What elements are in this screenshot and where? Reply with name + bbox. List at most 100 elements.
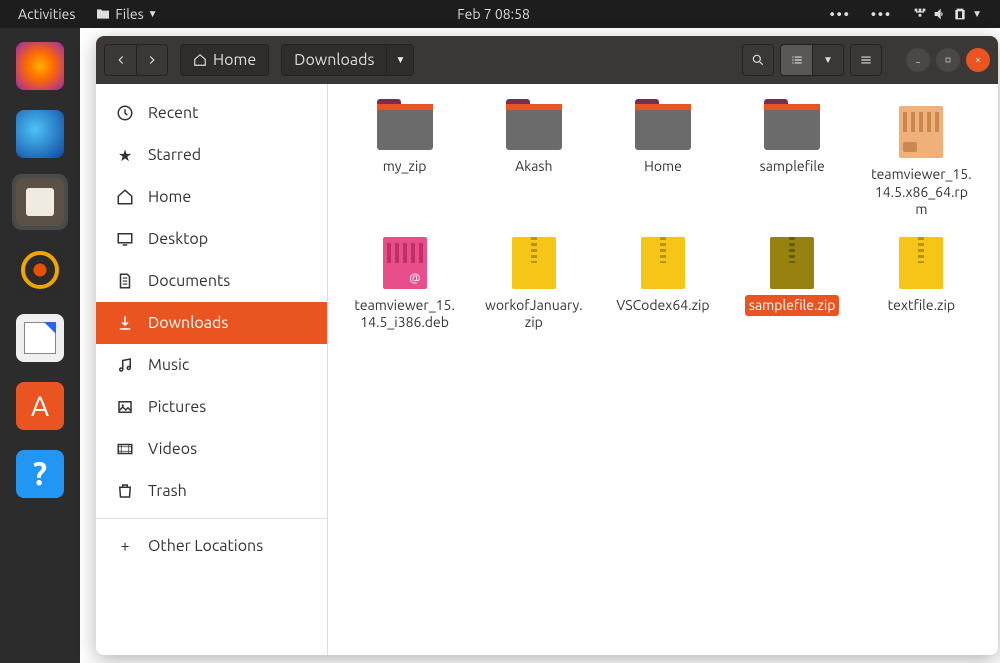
sidebar-item-label: Desktop <box>148 230 208 248</box>
sidebar-item-label: Other Locations <box>148 537 263 555</box>
headerbar: Home Downloads ▼ ▼ <box>96 36 998 84</box>
folder-icon <box>377 106 433 150</box>
sidebar-item-downloads[interactable]: Downloads <box>96 302 327 344</box>
sidebar-item-label: Pictures <box>148 398 206 416</box>
sidebar-item-label: Videos <box>148 440 197 458</box>
file-item[interactable]: Akash <box>473 100 594 227</box>
sidebar-item-home[interactable]: Home <box>96 176 327 218</box>
path-home[interactable]: Home <box>181 45 268 75</box>
music-icon <box>116 356 134 374</box>
file-label: teamviewer_15.14.5_i386.deb <box>350 295 460 334</box>
sidebar-item-other-locations[interactable]: + Other Locations <box>96 525 327 567</box>
help-icon: ? <box>16 450 64 498</box>
file-label: textfile.zip <box>884 295 959 317</box>
view-dropdown[interactable]: ▼ <box>812 44 844 76</box>
thunderbird-icon <box>16 110 64 158</box>
dock-software[interactable]: A <box>12 378 68 434</box>
path-downloads[interactable]: Downloads <box>282 45 386 75</box>
path-label: Home <box>213 51 256 69</box>
sidebar: Recent ★Starred Home Desktop Documents D… <box>96 84 328 655</box>
file-item[interactable]: teamviewer_15.14.5.x86_64.rpm <box>861 100 982 227</box>
sidebar-item-music[interactable]: Music <box>96 344 327 386</box>
sidebar-item-documents[interactable]: Documents <box>96 260 327 302</box>
chevron-down-icon: ▼ <box>395 54 405 66</box>
app-menu[interactable]: Files ▼ <box>85 6 167 22</box>
pathbar-current: Downloads ▼ <box>281 44 414 76</box>
folder-icon <box>95 6 111 22</box>
package-icon <box>383 237 427 289</box>
dock-thunderbird[interactable] <box>12 106 68 162</box>
dock-rhythmbox[interactable] <box>12 242 68 298</box>
folder-icon <box>635 106 691 150</box>
file-label: VSCodex64.zip <box>612 295 713 317</box>
minimize-button[interactable] <box>906 48 930 72</box>
file-item[interactable]: samplefile.zip <box>732 231 853 340</box>
sidebar-item-videos[interactable]: Videos <box>96 428 327 470</box>
top-panel: Activities Files ▼ Feb 7 08:58 ••• ••• ▼ <box>0 0 1000 28</box>
dock-help[interactable]: ? <box>12 446 68 502</box>
sidebar-item-recent[interactable]: Recent <box>96 92 327 134</box>
indicator-1[interactable]: ••• <box>820 6 861 22</box>
file-item[interactable]: Home <box>602 100 723 227</box>
libreoffice-icon <box>16 314 64 362</box>
list-view-button[interactable] <box>780 44 812 76</box>
file-item[interactable]: my_zip <box>344 100 465 227</box>
plus-icon: + <box>116 537 134 555</box>
sidebar-item-trash[interactable]: Trash <box>96 470 327 512</box>
battery-icon <box>952 6 968 22</box>
sidebar-item-desktop[interactable]: Desktop <box>96 218 327 260</box>
archive-icon <box>770 237 814 289</box>
search-icon <box>751 53 765 67</box>
sidebar-item-label: Trash <box>148 482 187 500</box>
clock-icon <box>116 104 134 122</box>
dock-files[interactable] <box>12 174 68 230</box>
folder-icon <box>764 106 820 150</box>
menu-icon <box>859 53 873 67</box>
forward-button[interactable] <box>136 44 168 76</box>
network-icon <box>912 6 928 22</box>
archive-icon <box>512 237 556 289</box>
chevron-right-icon <box>145 53 159 67</box>
file-label: Akash <box>511 156 556 178</box>
file-label: workofJanuary.zip <box>479 295 589 334</box>
dock-libreoffice[interactable] <box>12 310 68 366</box>
file-label: my_zip <box>379 156 431 178</box>
sidebar-item-label: Home <box>148 188 191 206</box>
sidebar-item-pictures[interactable]: Pictures <box>96 386 327 428</box>
search-button[interactable] <box>742 44 774 76</box>
list-icon <box>790 53 804 67</box>
app-menu-label: Files <box>115 6 143 22</box>
file-label: Home <box>640 156 686 178</box>
file-item[interactable]: samplefile <box>732 100 853 227</box>
folder-icon <box>506 106 562 150</box>
view-segment: ▼ <box>780 44 844 76</box>
file-item[interactable]: textfile.zip <box>861 231 982 340</box>
sidebar-item-starred[interactable]: ★Starred <box>96 134 327 176</box>
content-area[interactable]: my_zipAkashHomesamplefileteamviewer_15.1… <box>328 84 998 655</box>
back-button[interactable] <box>104 44 136 76</box>
clock[interactable]: Feb 7 08:58 <box>447 6 540 22</box>
file-item[interactable]: VSCodex64.zip <box>602 231 723 340</box>
maximize-button[interactable] <box>936 48 960 72</box>
pathbar: Home <box>180 44 269 76</box>
path-dropdown[interactable]: ▼ <box>386 45 413 75</box>
pictures-icon <box>116 398 134 416</box>
system-menu[interactable]: ▼ <box>902 6 992 22</box>
downloads-icon <box>116 314 134 332</box>
close-button[interactable] <box>966 48 990 72</box>
activities-button[interactable]: Activities <box>8 6 85 22</box>
file-item[interactable]: teamviewer_15.14.5_i386.deb <box>344 231 465 340</box>
path-label: Downloads <box>294 51 374 69</box>
dock: A ? <box>0 28 80 663</box>
minimize-icon <box>914 53 922 67</box>
file-label: samplefile.zip <box>745 295 840 317</box>
trash-icon <box>116 482 134 500</box>
desktop-icon <box>116 230 134 248</box>
close-icon <box>974 53 982 67</box>
package-icon <box>899 106 943 158</box>
dock-firefox[interactable] <box>12 38 68 94</box>
hamburger-menu[interactable] <box>850 44 882 76</box>
indicator-2[interactable]: ••• <box>861 6 902 22</box>
file-item[interactable]: workofJanuary.zip <box>473 231 594 340</box>
sidebar-separator <box>96 518 327 519</box>
